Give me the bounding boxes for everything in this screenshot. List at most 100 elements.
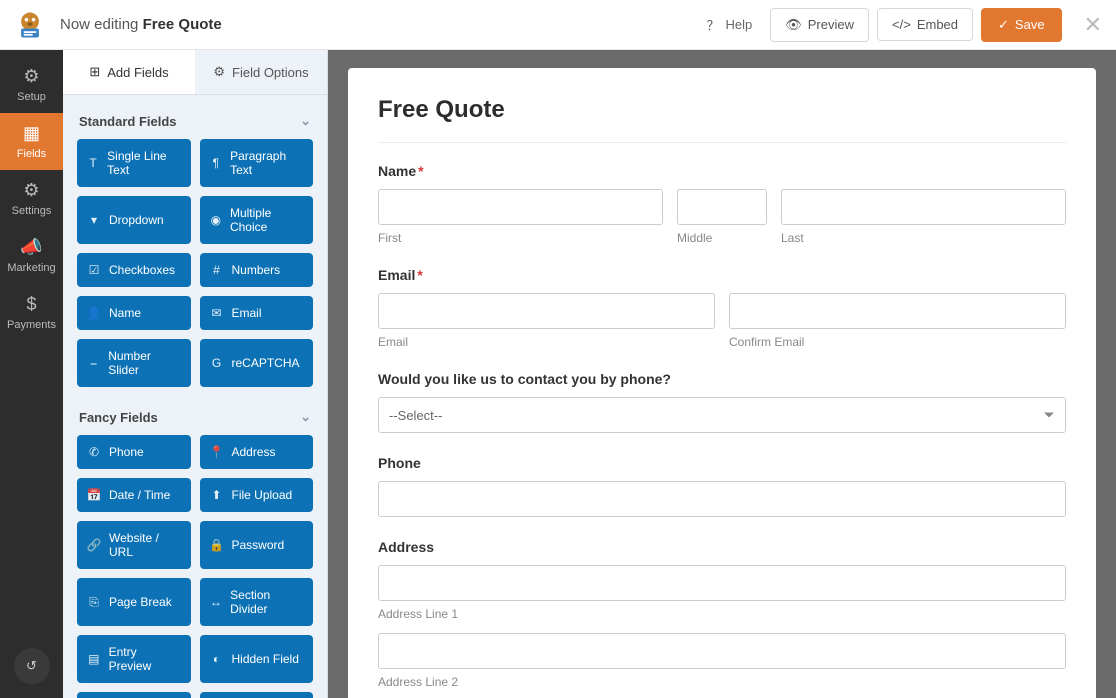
- close-button[interactable]: ✕: [1084, 12, 1102, 38]
- embed-label: Embed: [917, 17, 958, 32]
- phone-icon: ✆: [87, 445, 101, 459]
- rail-marketing[interactable]: 📣 Marketing: [0, 227, 63, 284]
- canvas-wrap: Free Quote Name* First Middle Last Email…: [328, 50, 1116, 698]
- field-website[interactable]: 🔗Website / URL: [77, 521, 191, 569]
- field-checkboxes[interactable]: ☑Checkboxes: [77, 253, 191, 287]
- field-html[interactable]: </>HTML: [77, 692, 191, 698]
- check-icon: ✓: [998, 17, 1009, 33]
- tab-options-label: Field Options: [232, 65, 309, 80]
- envelope-icon: ✉: [210, 306, 224, 320]
- field-phone-block[interactable]: Phone: [378, 455, 1066, 517]
- contact-phone-select[interactable]: --Select--: [378, 397, 1066, 433]
- paragraph-icon: ¶: [210, 156, 223, 170]
- field-address-block[interactable]: Address Address Line 1 Address Line 2 Ci…: [378, 539, 1066, 698]
- field-contact-phone-block[interactable]: Would you like us to contact you by phon…: [378, 371, 1066, 433]
- field-single-line-text[interactable]: TSingle Line Text: [77, 139, 191, 187]
- rail-settings[interactable]: ⚙ Settings: [0, 170, 63, 227]
- address-label: Address: [378, 539, 1066, 555]
- help-icon: ？: [706, 15, 719, 34]
- field-number-slider[interactable]: ⎯Number Slider: [77, 339, 191, 387]
- field-rating[interactable]: ★Rating: [200, 692, 314, 698]
- group-standard-header[interactable]: Standard Fields ⌄: [77, 107, 313, 139]
- form-icon: ▦: [23, 123, 40, 144]
- contact-phone-label: Would you like us to contact you by phon…: [378, 371, 1066, 387]
- left-rail: ⚙ Setup ▦ Fields ⚙ Settings 📣 Marketing …: [0, 50, 63, 698]
- field-name-block[interactable]: Name* First Middle Last: [378, 163, 1066, 245]
- rail-setup[interactable]: ⚙ Setup: [0, 56, 63, 113]
- rail-fields-label: Fields: [17, 148, 46, 160]
- hash-icon: #: [210, 263, 224, 277]
- rail-fields[interactable]: ▦ Fields: [0, 113, 63, 170]
- required-asterisk: *: [418, 163, 423, 179]
- history-button[interactable]: ↺: [14, 648, 50, 684]
- editing-prefix: Now editing: [60, 16, 138, 33]
- topbar: Now editing Free Quote ？ Help 👁 Preview …: [0, 0, 1116, 50]
- field-address[interactable]: 📍Address: [200, 435, 314, 469]
- help-label: Help: [726, 17, 753, 32]
- field-file-upload[interactable]: ⬆File Upload: [200, 478, 314, 512]
- field-numbers[interactable]: #Numbers: [200, 253, 314, 287]
- chevron-down-icon: ⌄: [300, 409, 311, 425]
- side-panel: ⊞ Add Fields ⚙ Field Options Standard Fi…: [63, 50, 328, 698]
- field-email[interactable]: ✉Email: [200, 296, 314, 330]
- address-line2-input[interactable]: [378, 633, 1066, 669]
- field-password[interactable]: 🔒Password: [200, 521, 314, 569]
- email-sublabel: Email: [378, 335, 715, 349]
- field-name[interactable]: 👤Name: [77, 296, 191, 330]
- recaptcha-icon: G: [210, 356, 224, 370]
- tab-field-options[interactable]: ⚙ Field Options: [195, 50, 327, 94]
- name-last-input[interactable]: [781, 189, 1066, 225]
- check-icon: ☑: [87, 263, 101, 277]
- dollar-icon: $: [26, 294, 36, 315]
- form-canvas: Free Quote Name* First Middle Last Email…: [348, 68, 1096, 698]
- email-input[interactable]: [378, 293, 715, 329]
- gear-icon: ⚙: [23, 66, 39, 87]
- help-link[interactable]: ？ Help: [696, 7, 762, 42]
- divider-icon: ↔: [210, 595, 223, 609]
- required-asterisk: *: [417, 267, 422, 283]
- form-title: Free Quote: [378, 96, 1066, 143]
- field-page-break[interactable]: ⎘Page Break: [77, 578, 191, 626]
- address-line1-sublabel: Address Line 1: [378, 607, 1066, 621]
- field-dropdown[interactable]: ▾Dropdown: [77, 196, 191, 244]
- preview-label: Preview: [808, 17, 854, 32]
- field-email-block[interactable]: Email* Email Confirm Email: [378, 267, 1066, 349]
- preview-button[interactable]: 👁 Preview: [770, 8, 869, 42]
- bullhorn-icon: 📣: [20, 237, 42, 258]
- rail-marketing-label: Marketing: [7, 262, 55, 274]
- field-phone[interactable]: ✆Phone: [77, 435, 191, 469]
- embed-button[interactable]: </> Embed: [877, 8, 973, 41]
- chevron-down-icon: ⌄: [300, 113, 311, 129]
- group-fancy-label: Fancy Fields: [79, 410, 158, 425]
- rail-payments[interactable]: $ Payments: [0, 284, 63, 341]
- calendar-icon: 📅: [87, 488, 101, 502]
- field-entry-preview[interactable]: ▤Entry Preview: [77, 635, 191, 683]
- name-middle-input[interactable]: [677, 189, 767, 225]
- app-logo: [14, 9, 46, 41]
- code-icon: </>: [892, 17, 911, 32]
- sliders-icon: ⚙: [23, 180, 39, 201]
- rail-payments-label: Payments: [7, 319, 56, 331]
- field-paragraph-text[interactable]: ¶Paragraph Text: [200, 139, 314, 187]
- eye-icon: 👁: [785, 17, 802, 33]
- phone-input[interactable]: [378, 481, 1066, 517]
- field-hidden[interactable]: ◐Hidden Field: [200, 635, 314, 683]
- field-recaptcha[interactable]: GreCAPTCHA: [200, 339, 314, 387]
- page-icon: ⎘: [87, 595, 101, 610]
- address-line1-input[interactable]: [378, 565, 1066, 601]
- email-confirm-input[interactable]: [729, 293, 1066, 329]
- preview-icon: ▤: [87, 652, 101, 666]
- name-last-sublabel: Last: [781, 231, 1066, 245]
- email-confirm-sublabel: Confirm Email: [729, 335, 1066, 349]
- text-icon: T: [87, 156, 99, 170]
- tab-add-fields[interactable]: ⊞ Add Fields: [63, 50, 195, 94]
- eye-off-icon: ◐: [210, 652, 224, 666]
- field-datetime[interactable]: 📅Date / Time: [77, 478, 191, 512]
- field-section-divider[interactable]: ↔Section Divider: [200, 578, 314, 626]
- phone-label: Phone: [378, 455, 1066, 471]
- name-first-input[interactable]: [378, 189, 663, 225]
- save-button[interactable]: ✓ Save: [981, 8, 1062, 42]
- group-fancy-header[interactable]: Fancy Fields ⌄: [77, 403, 313, 435]
- field-multiple-choice[interactable]: ◉Multiple Choice: [200, 196, 314, 244]
- plus-grid-icon: ⊞: [89, 64, 100, 80]
